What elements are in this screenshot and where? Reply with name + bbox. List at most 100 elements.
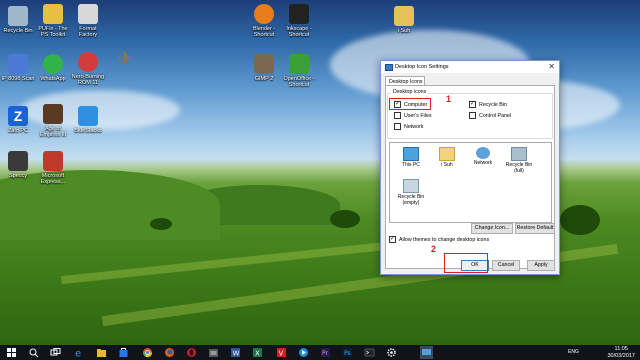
monitor-icon: [385, 64, 393, 71]
list-item-network[interactable]: Network: [466, 147, 500, 167]
recycle-bin-icon: [8, 6, 28, 26]
tree: [150, 218, 172, 230]
checkbox-box[interactable]: [394, 112, 401, 119]
checkbox-allow-themes[interactable]: Allow themes to change desktop icons: [389, 235, 490, 243]
chrome-icon[interactable]: [142, 347, 153, 358]
svg-text:Pr: Pr: [322, 350, 329, 357]
checkbox-box[interactable]: [469, 112, 476, 119]
annotation-box-ok: [444, 253, 488, 273]
apply-button[interactable]: Apply: [527, 260, 555, 271]
settings-gear-icon[interactable]: [386, 347, 397, 358]
bluestacks-icon: [78, 106, 98, 126]
desktop-icon-age-of-empires[interactable]: Age of Empires III: [36, 104, 70, 138]
desktop-icon-zalo[interactable]: Z Zalo PC: [1, 106, 35, 134]
blender-icon: [254, 4, 274, 24]
desktop-icon-nero[interactable]: Nero Burning ROM 11: [71, 52, 105, 86]
gimp-icon: [254, 54, 274, 74]
airplane-icon: ✈: [117, 48, 133, 68]
checkbox-network[interactable]: Network: [394, 123, 423, 130]
checkbox-box[interactable]: [469, 100, 476, 108]
svg-text:X: X: [255, 350, 260, 358]
checkbox-control-panel[interactable]: Control Panel: [469, 112, 511, 119]
annotation-box-computer: [389, 98, 431, 110]
media-player-icon[interactable]: [298, 347, 309, 358]
svg-text:e: e: [75, 349, 81, 359]
checkbox-label: User's Files: [404, 112, 432, 119]
desktop-icon-settings-dialog: Desktop Icon Settings ✕ Desktop Icons De…: [380, 60, 560, 275]
checkbox-label: Control Panel: [479, 112, 512, 119]
monitor-icon: [403, 147, 419, 161]
checkbox-recycle-bin[interactable]: Recycle Bin: [469, 100, 507, 108]
left-hill: [0, 170, 220, 240]
list-item-user[interactable]: i Suh: [430, 147, 464, 169]
whatsapp-icon: [43, 54, 63, 74]
list-item-recycle-bin-full[interactable]: Recycle Bin (full): [502, 147, 536, 174]
edge-browser-icon[interactable]: e: [74, 347, 85, 359]
file-explorer-icon[interactable]: [96, 347, 107, 358]
microsoft-express-icon: [43, 151, 63, 171]
folder-app-icon[interactable]: [208, 347, 219, 358]
desktop-icon-openoffice[interactable]: OpenOffice - Shortcut: [282, 54, 316, 88]
desktop-icon-user-folder[interactable]: i Suh: [387, 6, 421, 34]
desktop-icon-whatsapp[interactable]: WhatsApp: [36, 54, 70, 82]
svg-text:W: W: [233, 350, 240, 358]
desktop-icon-airplane[interactable]: ✈: [108, 48, 142, 68]
excel-icon[interactable]: X: [252, 347, 263, 358]
desktop-icon-settings-taskbar-icon[interactable]: [420, 346, 433, 359]
desktop-icon-gimp[interactable]: GIMP 2: [247, 54, 281, 82]
checkbox-label: Network: [404, 123, 424, 130]
desktop-icon-blender[interactable]: Blender - Shortcut: [247, 4, 281, 38]
recycle-bin-full-icon: [511, 147, 527, 161]
inkscape-icon: [289, 4, 309, 24]
opera-icon[interactable]: [186, 347, 197, 358]
start-windows-icon[interactable]: [6, 347, 17, 358]
desktop-icon-scan[interactable]: IP 8098 Scan: [1, 54, 35, 82]
restore-default-button[interactable]: Restore Default: [515, 223, 555, 234]
checkbox-label: Recycle Bin: [479, 101, 507, 108]
taskbar: e W X V Pr Ps ENG 11:05 30/03/2017: [0, 345, 640, 360]
change-icon-button[interactable]: Change Icon...: [471, 223, 513, 234]
language-indicator[interactable]: ENG: [568, 349, 579, 355]
svg-text:Ps: Ps: [344, 350, 351, 357]
premiere-icon[interactable]: Pr: [320, 347, 331, 358]
list-item-this-pc[interactable]: This PC: [394, 147, 428, 169]
checkbox-users-files[interactable]: User's Files: [394, 112, 432, 119]
checkbox-label: Allow themes to change desktop icons: [399, 236, 490, 243]
close-icon[interactable]: ✕: [548, 62, 555, 71]
pufix-icon: [43, 4, 63, 24]
desktop-icon-inkscape[interactable]: Inkscape - Shortcut: [282, 4, 316, 38]
group-legend: Desktop icons: [391, 89, 429, 95]
age-of-empires-icon: [43, 104, 63, 124]
desktop-icon-pufix[interactable]: PUFix - The PS Toolkit: [36, 4, 70, 38]
annotation-number-1: 1: [446, 94, 452, 104]
dialog-titlebar: Desktop Icon Settings ✕: [381, 61, 559, 73]
tree: [330, 210, 360, 228]
network-icon: [476, 147, 490, 159]
task-view-icon[interactable]: [50, 347, 61, 358]
firefox-icon[interactable]: [164, 347, 175, 358]
checkbox-box[interactable]: [389, 235, 396, 243]
terminal-icon[interactable]: [364, 347, 375, 358]
format-factory-icon: [78, 4, 98, 24]
user-folder-icon: [439, 147, 455, 161]
desktop-icon-format-factory[interactable]: Format Factory: [71, 4, 105, 38]
nero-icon: [78, 52, 98, 72]
store-icon[interactable]: [118, 347, 129, 358]
checkbox-box[interactable]: [394, 123, 401, 130]
search-icon[interactable]: [28, 347, 39, 358]
word-icon[interactable]: W: [230, 347, 241, 358]
svg-text:V: V: [279, 350, 284, 358]
icon-list[interactable]: This PC i Suh Network Recycle Bin (full)…: [389, 142, 552, 223]
annotation-number-2: 2: [431, 244, 437, 254]
desktop-icon-recycle-bin[interactable]: Recycle Bin: [1, 6, 35, 34]
list-item-recycle-bin-empty[interactable]: Recycle Bin (empty): [394, 179, 428, 206]
zalo-icon: Z: [8, 106, 28, 126]
desktop-icon-microsoft-express[interactable]: Microsoft Express...: [36, 151, 70, 185]
cancel-button[interactable]: Cancel: [492, 260, 520, 271]
desktop-icon-speccy[interactable]: Speccy: [1, 151, 35, 179]
unikey-icon[interactable]: V: [276, 347, 287, 358]
desktop-icon-bluestacks[interactable]: BlueStacks: [71, 106, 105, 134]
speccy-icon: [8, 151, 28, 171]
photoshop-icon[interactable]: Ps: [342, 347, 353, 358]
clock[interactable]: 11:05 30/03/2017: [607, 346, 635, 359]
